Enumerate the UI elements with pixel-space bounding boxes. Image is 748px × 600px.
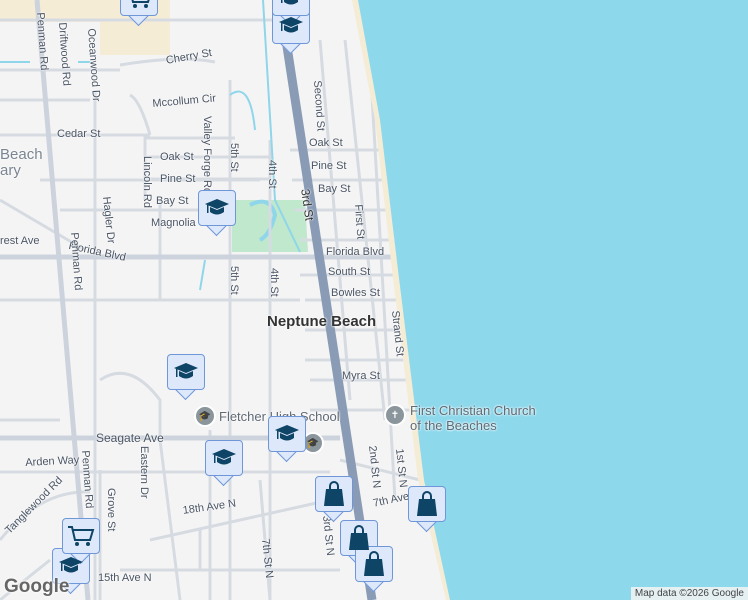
street-label: Bowles St	[331, 287, 380, 299]
school-marker[interactable]	[205, 440, 243, 487]
poi-church[interactable]: of the Beaches	[410, 418, 497, 433]
street-label: Pine St	[160, 173, 196, 185]
church-poi-icon[interactable]: ✝	[384, 404, 406, 426]
street-label: 4th St	[266, 160, 278, 189]
street-label: rest Ave	[0, 235, 40, 247]
street-label: Bay St	[156, 195, 189, 207]
street-label: Myra St	[342, 370, 380, 382]
google-logo: Google	[4, 576, 70, 597]
street-label: Eastern Dr	[138, 446, 150, 499]
shopping-marker[interactable]	[408, 486, 446, 533]
poi-church[interactable]: First Christian Church	[410, 403, 536, 418]
city-label: Neptune Beach	[267, 313, 377, 330]
street-label: Oak St	[309, 137, 343, 149]
street-label: 4th St	[268, 268, 280, 297]
shopping-icon	[408, 486, 446, 522]
street-label: Cedar St	[57, 128, 101, 140]
street-label: South St	[328, 266, 371, 278]
street-label: Pine St	[311, 160, 347, 172]
school-icon	[205, 440, 243, 476]
street-label: Grove St	[105, 488, 117, 532]
library-label: Beach	[0, 146, 43, 163]
street-label: Magnolia	[151, 217, 196, 229]
street-label: Lincoln Rd	[141, 156, 153, 208]
street-label: 5th St	[228, 143, 240, 172]
school-marker[interactable]	[268, 416, 306, 463]
street-label: 15th Ave N	[98, 572, 152, 584]
street-label: 5th St	[228, 266, 240, 295]
street-label: Valley Forge Rd	[201, 116, 213, 195]
grocery-icon	[62, 518, 100, 554]
school-icon	[272, 0, 310, 16]
school-icon	[167, 354, 205, 390]
street-label: First St	[352, 204, 367, 240]
school-icon	[268, 416, 306, 452]
street-label: Florida Blvd	[326, 246, 385, 258]
school-icon	[198, 190, 236, 226]
street-label: Seagate Ave	[96, 431, 164, 445]
shopping-icon	[315, 476, 353, 512]
school-marker[interactable]	[167, 354, 205, 401]
street-label: Bay St	[318, 183, 351, 195]
shopping-marker[interactable]	[315, 476, 353, 523]
grocery-icon	[120, 0, 158, 16]
grocery-marker[interactable]	[120, 0, 158, 27]
street-label: Oak St	[160, 151, 194, 163]
shopping-marker[interactable]	[355, 546, 393, 593]
map-attribution[interactable]: Map data ©2026 Google	[630, 587, 748, 600]
school-poi-icon[interactable]: 🎓	[194, 405, 216, 427]
map[interactable]: Penman Rd Driftwood Rd Oceanwood Dr Cher…	[0, 0, 748, 600]
library-label: ary	[0, 162, 21, 179]
school-marker[interactable]	[198, 190, 236, 237]
shopping-icon	[355, 546, 393, 582]
